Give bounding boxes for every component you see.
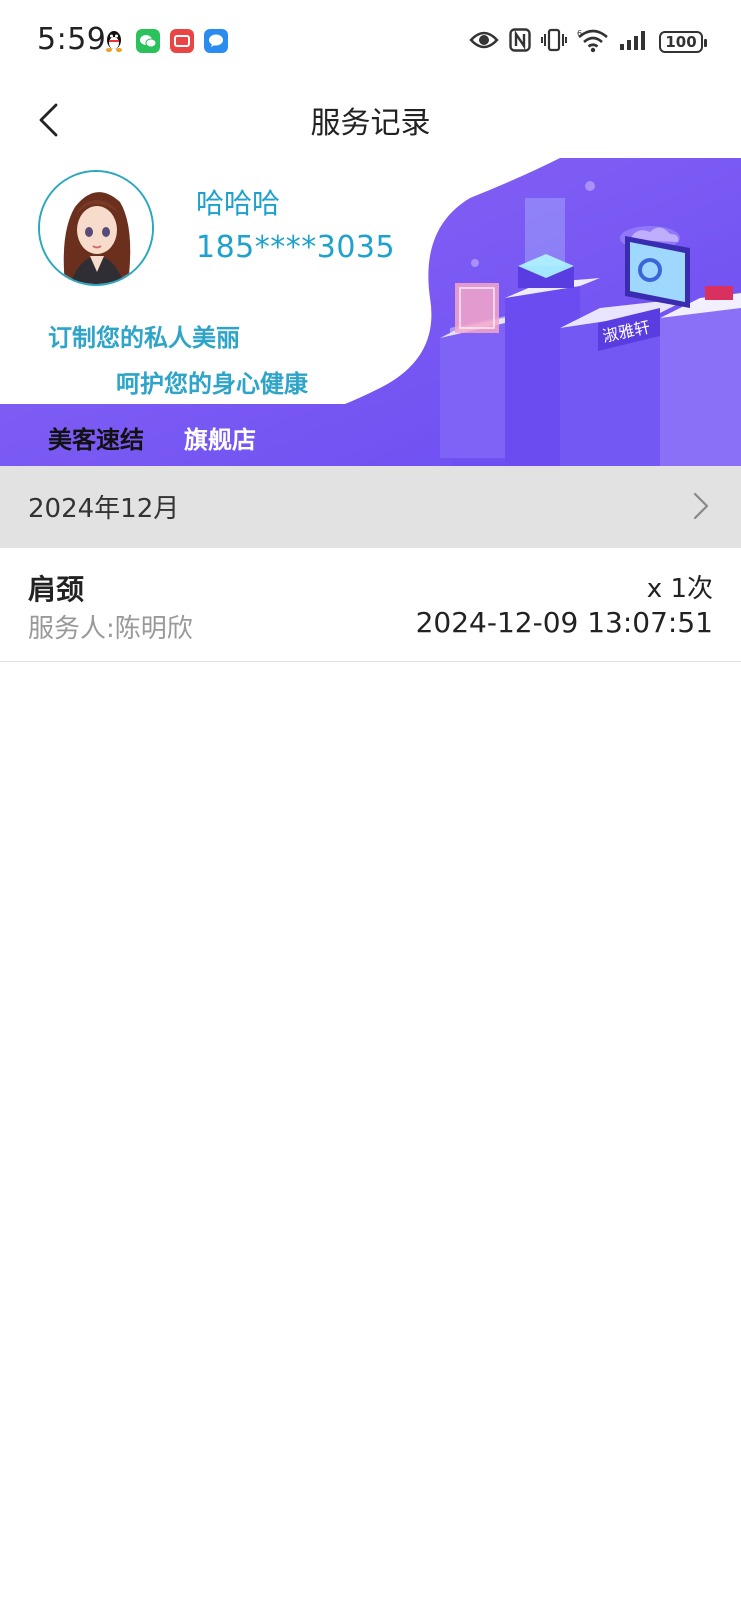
page-title: 服务记录 bbox=[310, 106, 431, 141]
slogan-line-2: 呵护您的身心健康 bbox=[116, 370, 308, 398]
message-icon bbox=[204, 29, 228, 53]
service-record-item[interactable]: 肩颈 服务人:陈明欣 x 1次 2024-12-09 13:07:51 bbox=[0, 548, 741, 662]
wechat-icon bbox=[136, 29, 160, 53]
service-count: x 1次 bbox=[646, 574, 713, 604]
user-name: 哈哈哈 bbox=[196, 187, 281, 220]
service-staff: 服务人:陈明欣 bbox=[28, 614, 193, 644]
profile-banner: 淑雅轩 哈哈哈 185****3035 订制您的私人美丽 呵护您的身心健康 美客… bbox=[0, 158, 741, 466]
mail-icon bbox=[170, 29, 194, 53]
svg-text:6: 6 bbox=[577, 29, 582, 38]
signal-icon bbox=[619, 29, 649, 55]
chevron-right-icon bbox=[693, 492, 709, 520]
store-bar: 美客速结 旗舰店 bbox=[0, 408, 741, 466]
notification-icons bbox=[102, 29, 228, 53]
system-icons: 6 100 bbox=[469, 24, 707, 60]
store-brand: 美客速结 bbox=[48, 426, 144, 454]
qq-icon bbox=[102, 29, 126, 53]
nav-header: 服务记录 bbox=[0, 84, 741, 156]
month-label: 2024年12月 bbox=[28, 494, 180, 524]
battery-indicator: 100 bbox=[659, 31, 707, 53]
status-time: 5:59 bbox=[37, 22, 107, 57]
status-bar: 5:59 6 100 bbox=[0, 0, 741, 84]
slogan-line-1: 订制您的私人美丽 bbox=[48, 324, 240, 352]
month-selector[interactable]: 2024年12月 bbox=[0, 466, 741, 548]
nfc-icon bbox=[509, 28, 531, 56]
avatar bbox=[38, 170, 154, 286]
service-name: 肩颈 bbox=[28, 573, 85, 606]
wifi-icon: 6 bbox=[577, 27, 609, 57]
eye-icon bbox=[469, 30, 499, 54]
user-phone: 185****3035 bbox=[196, 230, 396, 265]
vibrate-icon bbox=[541, 28, 567, 56]
store-type: 旗舰店 bbox=[184, 426, 256, 454]
service-time: 2024-12-09 13:07:51 bbox=[415, 606, 713, 639]
